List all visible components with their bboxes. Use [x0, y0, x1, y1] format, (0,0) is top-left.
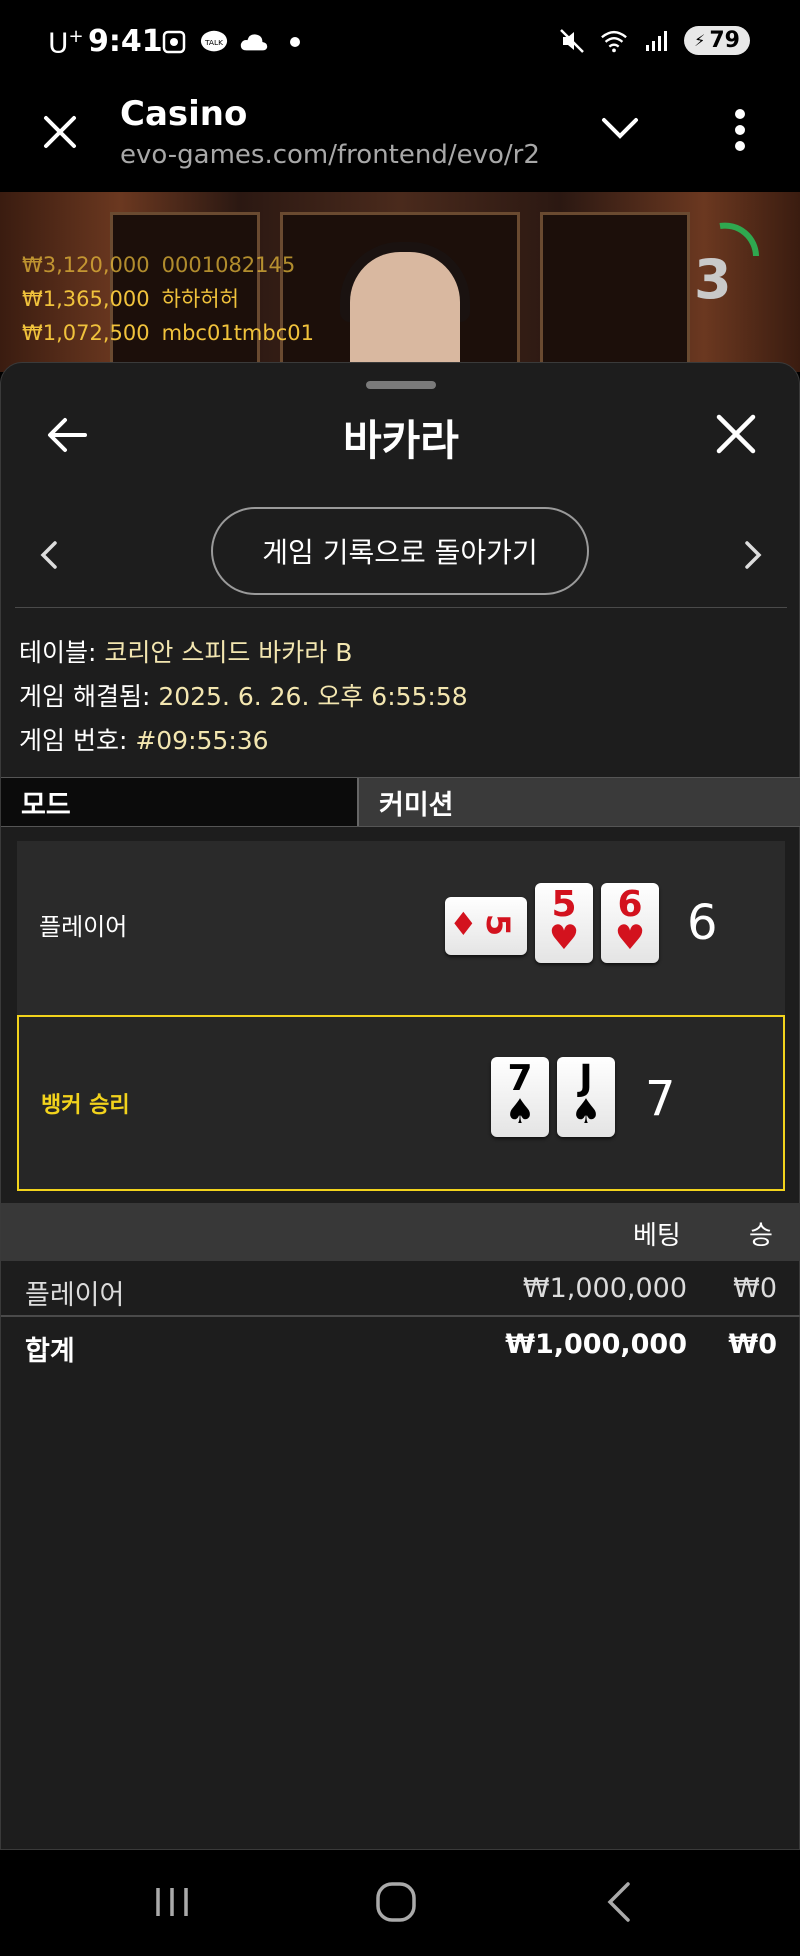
system-navigation-bar	[0, 1850, 800, 1956]
carrier-label: U+	[48, 26, 84, 60]
browser-url: evo-games.com/frontend/evo/r2	[120, 140, 540, 170]
table-row: 플레이어 ₩1,000,000 ₩0	[1, 1265, 800, 1317]
bets-header: 베팅 승	[1, 1203, 800, 1261]
game-number-info: 게임 번호: #09:55:36	[19, 726, 269, 755]
mute-icon	[558, 27, 586, 55]
chevron-left-icon[interactable]	[37, 537, 61, 573]
clock: 9:41	[88, 24, 163, 59]
signal-icon	[642, 27, 670, 55]
kakaotalk-icon: TALK	[200, 28, 228, 56]
svg-text:TALK: TALK	[204, 38, 224, 47]
banker-win-label: 뱅커 승리	[41, 1093, 130, 1118]
chevron-down-icon[interactable]	[600, 114, 640, 144]
wifi-icon	[600, 27, 628, 55]
back-to-history-button[interactable]: 게임 기록으로 돌아가기	[211, 507, 589, 595]
recent-apps-icon[interactable]	[148, 1880, 196, 1924]
winner-row: ₩1,072,500 mbc01tmbc01	[22, 321, 314, 345]
total-row: 합계 ₩1,000,000 ₩0	[25, 1329, 777, 1367]
mode-tabs: 모드 커미션	[1, 777, 800, 827]
live-video[interactable]: ₩3,120,000 0001082145 ₩1,365,000 하하허허 ₩1…	[0, 192, 800, 372]
win-column-header: 승	[749, 1221, 773, 1251]
playing-card: ♦ 5	[445, 897, 527, 955]
game-history-sheet: 바카라 게임 기록으로 돌아가기 테이블: 코리안 스피드 바카라 B 게임 해…	[0, 362, 800, 1850]
sheet-drag-handle[interactable]	[366, 381, 436, 389]
browser-title: Casino	[120, 94, 248, 134]
winners-list: ₩3,120,000 0001082145 ₩1,365,000 하하허허 ₩1…	[22, 248, 314, 350]
notification-dot-icon	[290, 37, 300, 47]
home-icon[interactable]	[372, 1880, 420, 1924]
tab-commission[interactable]: 커미션	[359, 778, 800, 826]
status-bar: U+ 9:41 TALK ⚡ 79	[0, 0, 800, 86]
winner-row: ₩1,365,000 하하허허	[22, 287, 239, 311]
divider	[15, 607, 787, 608]
sheet-title: 바카라	[343, 416, 459, 465]
countdown-number: 3	[694, 248, 732, 311]
tab-mode[interactable]: 모드	[1, 778, 359, 826]
background-panel	[540, 212, 690, 372]
close-icon[interactable]	[40, 112, 80, 152]
player-score: 6	[687, 895, 718, 951]
game-info: 테이블: 코리안 스피드 바카라 B 게임 해결됨: 2025. 6. 26. …	[19, 631, 468, 763]
battery-icon: ⚡ 79	[684, 26, 750, 55]
playing-card: J ♠	[557, 1057, 615, 1137]
bet-column-header: 베팅	[633, 1221, 681, 1251]
player-label: 플레이어	[39, 913, 128, 941]
more-menu-icon[interactable]	[730, 108, 750, 152]
back-icon[interactable]	[596, 1880, 644, 1924]
player-hand: 플레이어 ♦ 5 5 ♥ 6 ♥ 6	[17, 841, 785, 1017]
playing-card: 6 ♥	[601, 883, 659, 963]
screenshot-icon	[160, 28, 188, 56]
playing-card: 7 ♠	[491, 1057, 549, 1137]
banker-hand: 뱅커 승리 7 ♠ J ♠ 7	[17, 1015, 785, 1191]
playing-card: 5 ♥	[535, 883, 593, 963]
cloud-icon	[240, 28, 268, 56]
close-icon[interactable]	[715, 413, 757, 455]
dealer	[350, 252, 460, 372]
chevron-right-icon[interactable]	[741, 537, 765, 573]
banker-score: 7	[645, 1071, 676, 1127]
battery-level: 79	[709, 28, 740, 53]
resolved-info: 게임 해결됨: 2025. 6. 26. 오후 6:55:58	[19, 682, 468, 711]
browser-header: Casino evo-games.com/frontend/evo/r2	[0, 86, 800, 192]
table-info: 테이블: 코리안 스피드 바카라 B	[19, 638, 353, 667]
winner-row: ₩3,120,000 0001082145	[22, 253, 296, 277]
